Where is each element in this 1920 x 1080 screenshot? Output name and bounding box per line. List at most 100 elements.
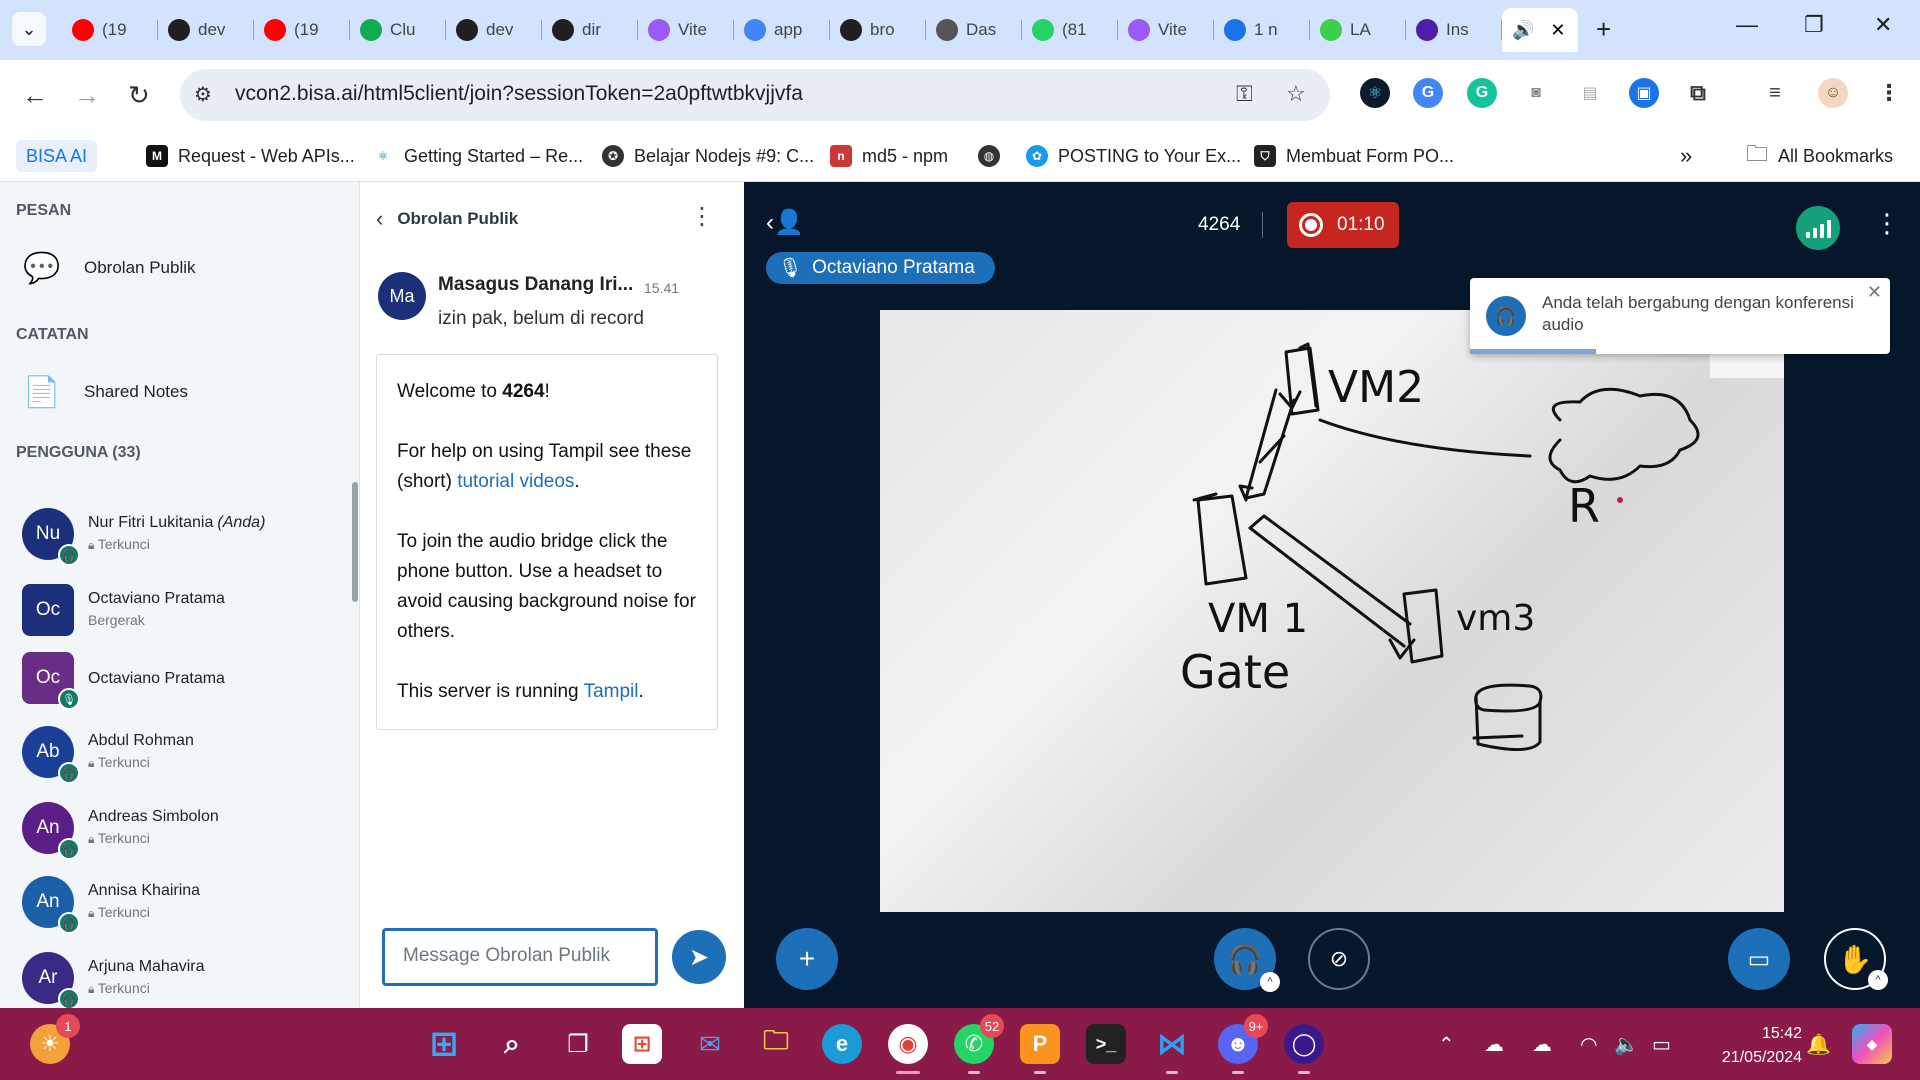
browser-tab[interactable]: Ins <box>1406 8 1502 52</box>
browser-tab[interactable]: dev <box>446 8 542 52</box>
sidebar-item-public-chat[interactable]: 💬 Obrolan Publik <box>22 248 195 288</box>
browser-tab[interactable]: Das <box>926 8 1022 52</box>
bookmark-getting-started[interactable]: ⚛ Getting Started – Re... <box>372 140 583 172</box>
sidebar-scrollbar[interactable] <box>352 482 358 602</box>
user-list-item[interactable]: An 🎧 Annisa Khairina 🔒︎ Terkunci <box>22 870 342 934</box>
close-tab-icon[interactable]: ✕ <box>1550 20 1565 41</box>
bookmark-membuat-form[interactable]: ⛉ Membuat Form PO... <box>1254 140 1454 172</box>
bookmark-request[interactable]: M Request - Web APIs... <box>146 140 355 172</box>
browser-tab[interactable]: LA <box>1310 8 1406 52</box>
browser-tab[interactable]: Vite <box>638 8 734 52</box>
browser-tab[interactable]: app <box>734 8 830 52</box>
chevron-up-icon[interactable]: ^ <box>1868 970 1888 990</box>
chat-message-input[interactable]: Message Obrolan Publik <box>382 928 658 986</box>
mail-icon[interactable]: ✉ <box>690 1024 730 1064</box>
start-icon[interactable]: ⊞ <box>424 1024 464 1064</box>
file-explorer-icon[interactable]: 🗀 <box>756 1024 796 1064</box>
terminal-icon[interactable]: >_ <box>1086 1024 1126 1064</box>
browser-tab[interactable]: dir <box>542 8 638 52</box>
weather-icon[interactable]: ☀ 1 <box>30 1014 80 1064</box>
camera-icon[interactable]: ◙ <box>1521 78 1551 108</box>
extension-blue-icon[interactable]: ▣ <box>1629 78 1659 108</box>
vscode-icon[interactable]: ⋈ <box>1152 1024 1192 1074</box>
user-list-item[interactable]: Ab 🎧 Abdul Rohman 🔒︎ Terkunci <box>22 720 342 784</box>
tab-search-button[interactable]: ⌄ <box>12 12 46 46</box>
all-bookmarks-button[interactable]: 🗀 All Bookmarks <box>1746 140 1893 172</box>
grammarly-icon[interactable]: G <box>1467 78 1497 108</box>
tutorial-videos-link[interactable]: tutorial videos <box>457 471 574 492</box>
bookmark-star-icon[interactable]: ☆ <box>1286 81 1306 107</box>
browser-tab[interactable]: 1 n <box>1214 8 1310 52</box>
browser-tab[interactable]: Clu <box>350 8 446 52</box>
bookmark-globe[interactable]: ◍ <box>978 140 1000 172</box>
close-window-button[interactable]: ✕ <box>1874 12 1892 38</box>
toast-close-icon[interactable]: ✕ <box>1867 282 1882 303</box>
notification-bell-icon[interactable]: 🔔 <box>1806 1032 1831 1057</box>
search-icon[interactable]: ⌕ <box>492 1024 532 1064</box>
new-tab-button[interactable]: + <box>1596 14 1611 45</box>
user-list-item[interactable]: Oc 🎙 Octaviano Pratama <box>22 646 342 710</box>
user-list-item[interactable]: Ar 🎧 Arjuna Mahavira 🔒︎ Terkunci <box>22 946 342 1008</box>
reload-button[interactable]: ↻ <box>128 80 150 111</box>
whiteboard[interactable]: VM2 VM 1 Gate vm3 R <box>880 310 1784 912</box>
presentation-toggle-button[interactable]: ▭ <box>1728 928 1790 990</box>
back-button[interactable]: ← <box>22 80 48 111</box>
whatsapp-icon[interactable]: ✆ 52 <box>954 1014 1004 1074</box>
browser-tab[interactable]: dev <box>158 8 254 52</box>
password-key-icon[interactable]: ⚿ <box>1236 81 1253 107</box>
chrome-icon[interactable]: ◉ <box>888 1024 928 1074</box>
wifi-icon[interactable]: ◠ <box>1580 1032 1597 1057</box>
user-list-item[interactable]: Oc Octaviano Pratama Bergerak <box>22 578 342 638</box>
share-webcam-button[interactable]: ⊘ <box>1308 928 1370 990</box>
user-list-item[interactable]: Nu 🎧 Nur Fitri Lukitania (Anda) 🔒︎ Terkunci <box>22 502 342 566</box>
pdf-app-icon[interactable]: P <box>1020 1024 1060 1074</box>
recording-indicator[interactable]: 01:10 <box>1287 202 1399 248</box>
battery-icon[interactable]: ▭ <box>1652 1032 1671 1057</box>
site-settings-icon[interactable]: ⚙ <box>194 82 212 107</box>
store-icon[interactable]: ⊞ <box>622 1024 662 1064</box>
discord-icon[interactable]: ☻ 9+ <box>1218 1014 1268 1074</box>
browser-tab[interactable]: (19 <box>254 8 350 52</box>
chat-back-button[interactable]: ‹ Obrolan Publik <box>376 206 518 232</box>
connection-status-icon[interactable] <box>1796 206 1840 250</box>
clipboard-icon[interactable]: ▤ <box>1575 78 1605 108</box>
volume-icon[interactable]: 🔈 <box>1614 1032 1639 1057</box>
onedrive-icon[interactable]: ☁ <box>1484 1032 1504 1057</box>
restore-button[interactable]: ❐ <box>1804 12 1824 38</box>
google-translate-icon[interactable]: G <box>1413 78 1443 108</box>
app-circle-icon[interactable]: ◯ <box>1284 1024 1324 1074</box>
tray-overflow-icon[interactable]: ⌃ <box>1438 1032 1455 1057</box>
task-view-icon[interactable]: ❐ <box>558 1024 598 1064</box>
actions-plus-button[interactable]: + <box>776 928 838 990</box>
audio-leave-button[interactable]: 🎧 ^ <box>1214 928 1280 992</box>
bookmark-md5-npm[interactable]: n md5 - npm <box>830 140 948 172</box>
send-message-button[interactable]: ➤ <box>672 930 726 984</box>
browser-tab[interactable]: bro <box>830 8 926 52</box>
extensions-puzzle-icon[interactable]: ⧉ <box>1683 78 1713 108</box>
user-list-item[interactable]: An 🎧 Andreas Simbolon 🔒︎ Terkunci <box>22 796 342 860</box>
tampil-link[interactable]: Tampil <box>584 681 639 702</box>
browser-tab-active[interactable]: 🔊 ✕ <box>1502 8 1578 52</box>
chat-options-icon[interactable]: ⋮ <box>690 202 714 231</box>
profile-avatar[interactable]: ☺ <box>1818 78 1848 108</box>
browser-tab[interactable]: (81 <box>1022 8 1118 52</box>
media-control-icon[interactable]: ≡ <box>1760 78 1790 108</box>
clock[interactable]: 15:42 21/05/2024 <box>1692 1022 1802 1070</box>
address-bar[interactable]: ⚙ vcon2.bisa.ai/html5client/join?session… <box>180 69 1330 121</box>
browser-tab[interactable]: (19 <box>62 8 158 52</box>
react-devtools-icon[interactable]: ⚛ <box>1360 78 1390 108</box>
more-bookmarks-button[interactable]: » <box>1680 140 1692 172</box>
browser-menu-icon[interactable]: ⋮ <box>1874 78 1904 108</box>
chevron-up-icon[interactable]: ^ <box>1260 972 1280 992</box>
cloud-sync-icon[interactable]: ☁ <box>1532 1032 1552 1057</box>
bookmark-bisa-ai[interactable]: BISA AI <box>16 140 98 172</box>
raise-hand-button[interactable]: ✋ ^ <box>1824 928 1888 990</box>
bookmark-belajar-nodejs[interactable]: ✪ Belajar Nodejs #9: C... <box>602 140 814 172</box>
minimize-button[interactable]: — <box>1736 12 1758 38</box>
browser-tab[interactable]: Vite <box>1118 8 1214 52</box>
bookmark-posting[interactable]: ✿ POSTING to Your Ex... <box>1026 140 1241 172</box>
copilot-icon[interactable]: ◆ <box>1852 1024 1892 1064</box>
forward-button[interactable]: → <box>74 80 100 111</box>
edge-icon[interactable]: e <box>822 1024 862 1064</box>
sidebar-item-shared-notes[interactable]: 📄 Shared Notes <box>22 372 188 412</box>
